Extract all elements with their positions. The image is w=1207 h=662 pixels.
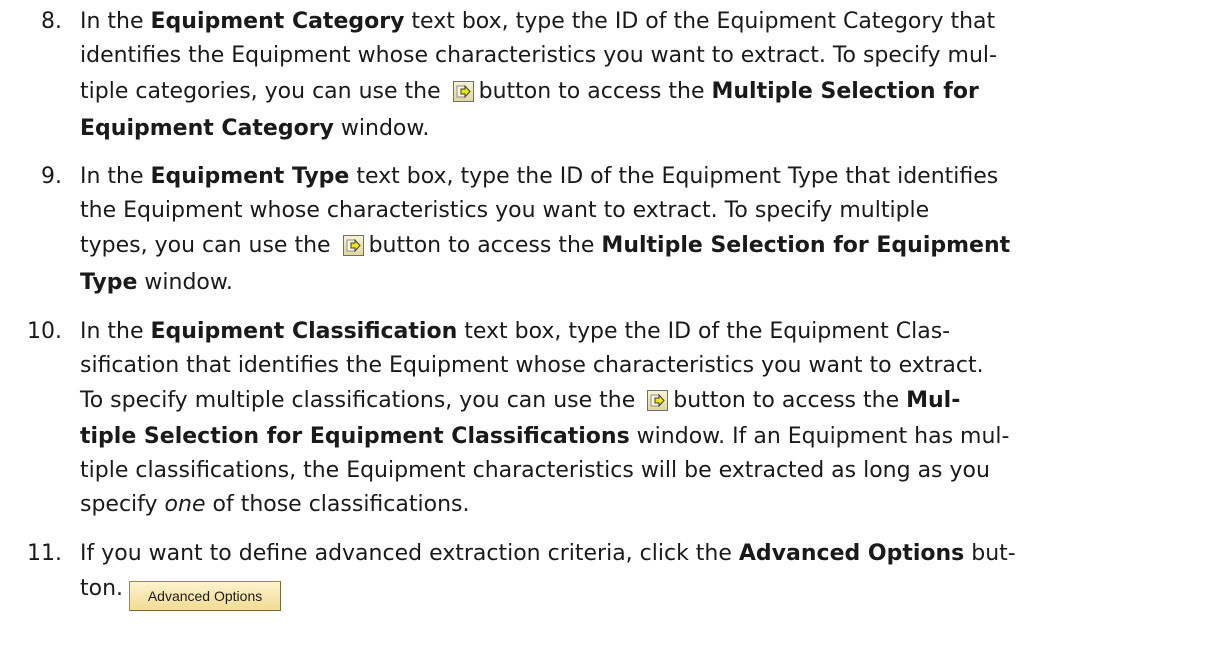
step-number: 8. (41, 9, 62, 34)
step-text-line: types, you can use the button to access … (80, 233, 1011, 258)
step-number: 10. (27, 319, 62, 344)
step-text-line: identifies the Equipment whose character… (80, 43, 997, 68)
step-text-line: In the Equipment Type text box, type the… (80, 164, 999, 189)
multiple-selection-arrow-icon (456, 84, 471, 99)
step-text-line: In the Equipment Classification text box… (80, 319, 951, 344)
multiple-selection-button[interactable] (342, 235, 364, 256)
advanced-options-button[interactable]: Advanced Options (129, 581, 282, 611)
step-text-line: If you want to define advanced extractio… (80, 541, 1016, 566)
step-text-line: specify one of those classifications. (80, 492, 470, 517)
step-text-line: ton. Advanced Options (80, 576, 282, 611)
step-text-line: To specify multiple classifications, you… (80, 388, 961, 413)
step-text-line: sification that identifies the Equipment… (80, 353, 984, 378)
multiple-selection-arrow-icon (346, 238, 361, 253)
step-number: 9. (41, 164, 62, 189)
step-text-line: In the Equipment Category text box, type… (80, 9, 996, 34)
step-text-line: Equipment Category window. (80, 116, 430, 141)
step-text-line: Type window. (80, 270, 233, 295)
step-text-line: tiple Selection for Equipment Classifica… (80, 424, 1010, 449)
step-text-line: tiple categories, you can use the button… (80, 79, 979, 104)
step-text-line: the Equipment whose characteristics you … (80, 198, 930, 223)
multiple-selection-button[interactable] (647, 390, 669, 411)
multiple-selection-arrow-icon (650, 393, 665, 408)
step-number: 11. (27, 541, 62, 566)
step-text-line: tiple classifications, the Equipment cha… (80, 458, 990, 483)
multiple-selection-button[interactable] (452, 81, 474, 102)
